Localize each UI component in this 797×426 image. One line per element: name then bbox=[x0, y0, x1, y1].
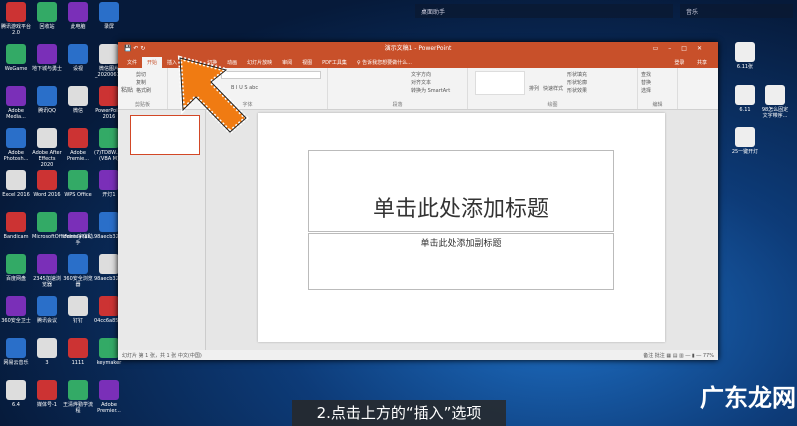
watermark: 广东龙网 bbox=[700, 384, 796, 412]
tutorial-caption: 2.点击上方的“插入”选项 bbox=[292, 400, 506, 426]
pointer-arrow bbox=[177, 55, 249, 135]
